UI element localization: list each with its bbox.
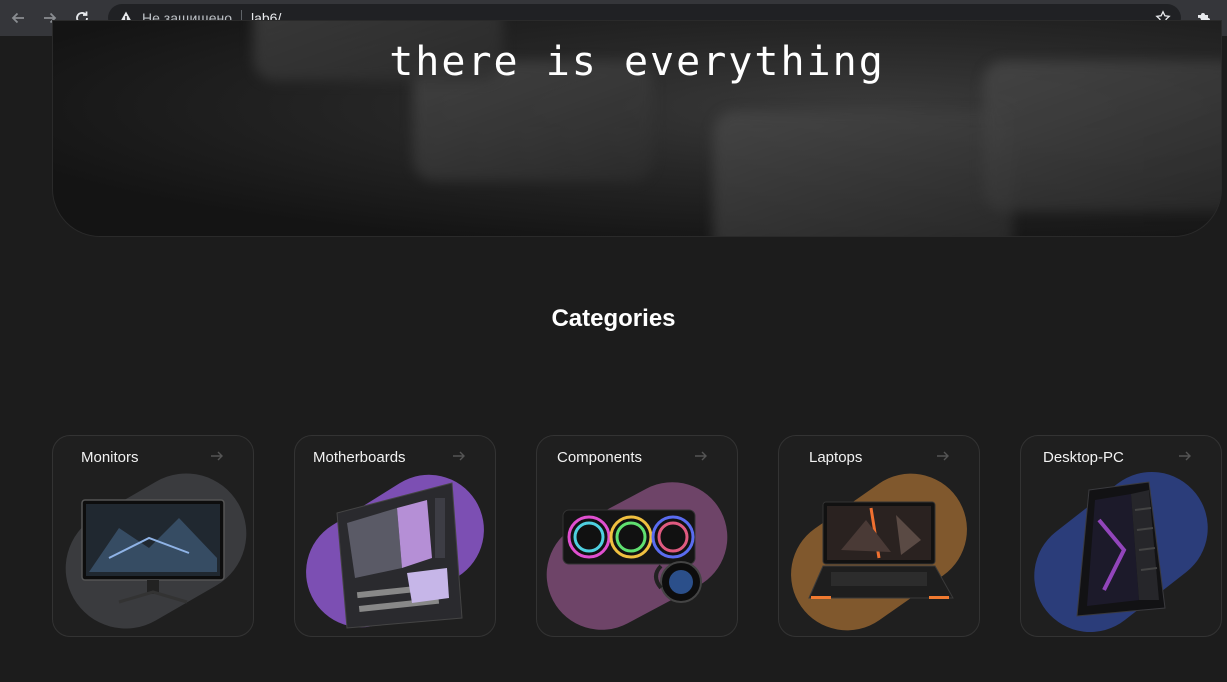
arrow-right-icon [937, 451, 949, 461]
keyboard-key-image [713, 111, 1013, 236]
category-label: Laptops [809, 449, 863, 466]
hero-headline: there is everything [389, 39, 885, 85]
laptop-image [808, 501, 954, 599]
category-label: Desktop-PC [1043, 449, 1124, 466]
arrow-right-icon [695, 451, 707, 461]
category-label: Components [557, 449, 643, 466]
hero-banner: there is everything [52, 20, 1222, 237]
categories-title: Categories [551, 305, 676, 332]
motherboard-image [336, 482, 463, 629]
arrow-right-icon [211, 451, 223, 461]
arrow-right-icon [1179, 451, 1191, 461]
category-label: Monitors [81, 449, 139, 466]
category-card-laptops[interactable]: Laptops [778, 435, 980, 637]
category-card-motherboards[interactable]: Motherboards [294, 435, 496, 637]
category-card-components[interactable]: Components [536, 435, 738, 637]
back-button[interactable] [4, 4, 32, 32]
cooler-image [562, 509, 702, 603]
category-card-monitors[interactable]: Monitors [52, 435, 254, 637]
category-label: Motherboards [313, 449, 406, 466]
category-card-desktop-pc[interactable]: Desktop-PC [1020, 435, 1222, 637]
monitor-image [81, 499, 225, 604]
desktop-pc-image [1076, 481, 1166, 617]
arrow-right-icon [453, 451, 465, 461]
arrow-left-icon [11, 12, 24, 24]
